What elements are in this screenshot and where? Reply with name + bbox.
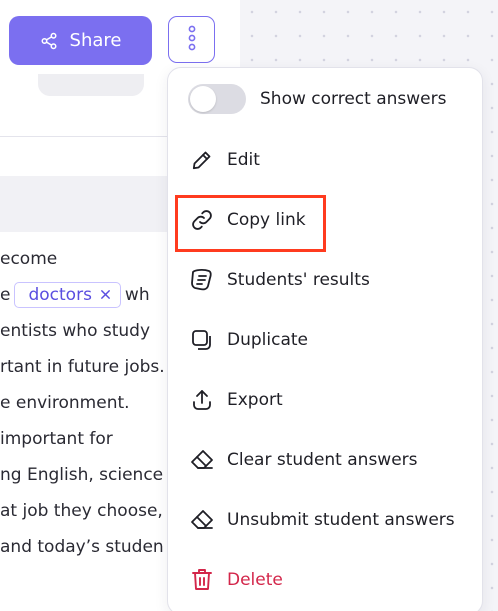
eraser-icon <box>188 446 216 474</box>
toggle-knob <box>190 86 216 112</box>
results-icon <box>188 266 216 294</box>
trash-icon <box>188 566 216 594</box>
answer-chip[interactable]: doctors <box>14 282 121 308</box>
duplicate-icon <box>188 326 216 354</box>
close-icon[interactable] <box>100 282 111 308</box>
menu-item-label: Delete <box>227 570 283 590</box>
text-line: ng English, science <box>0 465 164 485</box>
menu-item-label: Students' results <box>227 270 370 290</box>
text-line: important for <box>0 429 113 449</box>
text-line: e environment. <box>0 393 130 413</box>
menu-item-edit[interactable]: Edit <box>188 145 260 175</box>
text-line: and today’s studen <box>0 537 164 557</box>
vertical-dots-icon <box>187 25 197 55</box>
text-line: at job they choose, <box>0 501 163 521</box>
page: Share ecome e doctors wh entists who stu… <box>0 0 498 611</box>
pencil-icon <box>188 146 216 174</box>
menu-item-clear-student-answers[interactable]: Clear student answers <box>188 445 418 475</box>
menu-item-label: Duplicate <box>227 330 308 350</box>
menu-item-label: Export <box>227 390 283 410</box>
menu-item-label: Edit <box>227 150 260 170</box>
toolbar-pill <box>38 74 144 96</box>
highlight-annotation <box>175 195 326 252</box>
text-line: entists who study <box>0 321 151 341</box>
text-line: rtant in future jobs. <box>0 357 165 377</box>
share-button[interactable]: Share <box>9 16 152 65</box>
more-options-button[interactable] <box>168 16 215 63</box>
text-line: ecome <box>0 249 58 269</box>
menu-item-show-correct-answers[interactable]: Show correct answers <box>188 84 446 114</box>
menu-item-label: Clear student answers <box>227 450 418 470</box>
menu-item-label: Show correct answers <box>260 89 447 109</box>
show-correct-answers-toggle[interactable] <box>188 84 246 114</box>
more-options-menu: Show correct answers Edit Copy link Stud… <box>167 67 483 611</box>
text-fragment: wh <box>124 285 150 305</box>
text-line-with-chip: e doctors wh <box>0 280 150 310</box>
menu-item-delete[interactable]: Delete <box>188 565 283 595</box>
menu-item-unsubmit-student-answers[interactable]: Unsubmit student answers <box>188 505 455 535</box>
share-icon <box>40 32 58 50</box>
menu-item-students-results[interactable]: Students' results <box>188 265 370 295</box>
export-icon <box>188 386 216 414</box>
eraser-icon <box>188 506 216 534</box>
share-label: Share <box>69 30 122 51</box>
chip-label: doctors <box>28 285 92 305</box>
text-fragment: e <box>0 285 11 305</box>
menu-item-label: Unsubmit student answers <box>227 510 455 530</box>
menu-item-duplicate[interactable]: Duplicate <box>188 325 308 355</box>
menu-item-export[interactable]: Export <box>188 385 283 415</box>
